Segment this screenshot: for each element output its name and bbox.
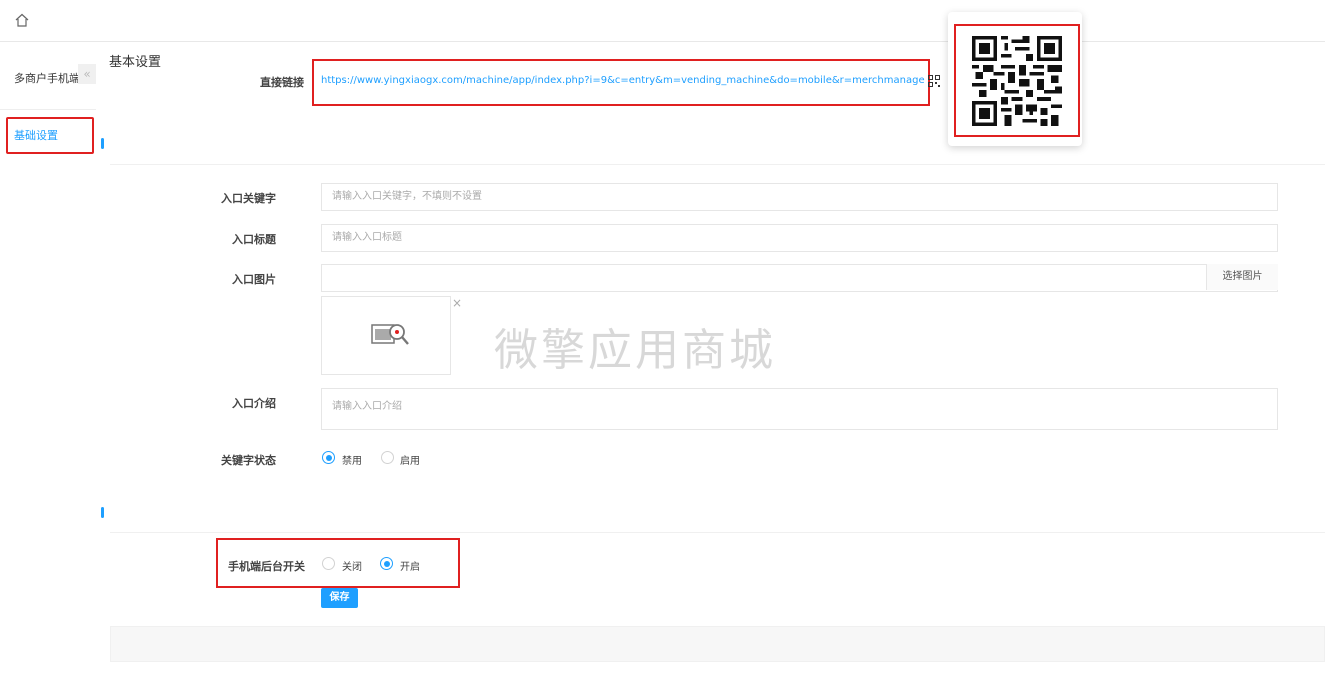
qr-popup xyxy=(948,12,1082,146)
title-label: 入口标题 xyxy=(232,233,276,246)
select-image-button[interactable]: 选择图片 xyxy=(1206,264,1278,290)
radio-close[interactable] xyxy=(322,557,335,570)
footer-bar xyxy=(110,626,1325,662)
intro-label: 入口介绍 xyxy=(232,397,276,410)
section-marker xyxy=(101,507,104,518)
qr-code-image xyxy=(972,36,1062,126)
radio-disable[interactable] xyxy=(322,451,335,464)
sidebar-item-basic-settings[interactable]: 基础设置 xyxy=(6,117,94,154)
keyword-label: 入口关键字 xyxy=(221,192,276,205)
qr-highlight xyxy=(954,24,1080,137)
image-placeholder-icon xyxy=(371,324,409,345)
watermark-text: 微擎应用商城 xyxy=(494,325,776,376)
title-input[interactable]: 请输入入口标题 xyxy=(321,224,1278,252)
image-preview xyxy=(321,296,451,375)
sidebar-title: 多商户手机端 xyxy=(14,72,80,85)
radio-enable[interactable] xyxy=(381,451,394,464)
collapse-icon[interactable]: « xyxy=(78,64,96,84)
divider xyxy=(110,164,1325,165)
radio-disable-label: 禁用 xyxy=(342,456,362,467)
keyword-status-label: 关键字状态 xyxy=(221,454,276,467)
qr-icon[interactable] xyxy=(928,75,940,87)
divider xyxy=(110,532,1325,533)
top-bar xyxy=(0,0,1325,42)
mobile-switch-label: 手机端后台开关 xyxy=(228,560,305,573)
image-label: 入口图片 xyxy=(232,273,276,286)
sidebar: 多商户手机端 « 基础设置 xyxy=(0,42,96,685)
radio-open-label: 开启 xyxy=(400,562,420,573)
save-button[interactable]: 保存 xyxy=(321,588,358,608)
remove-image-icon[interactable]: × xyxy=(452,296,462,310)
sidebar-header: 多商户手机端 « xyxy=(0,42,96,110)
radio-enable-label: 启用 xyxy=(400,456,420,467)
direct-link-url[interactable]: https://www.yingxiaogx.com/machine/app/i… xyxy=(321,75,925,86)
sidebar-item-label: 基础设置 xyxy=(14,129,58,142)
section-title: 基本设置 xyxy=(109,55,162,70)
radio-open[interactable] xyxy=(380,557,393,570)
keyword-input[interactable]: 请输入入口关键字，不填则不设置 xyxy=(321,183,1278,211)
home-icon[interactable] xyxy=(14,12,30,28)
main-content: 基本设置 直接链接 https://www.yingxiaogx.com/mac… xyxy=(96,12,1325,685)
radio-close-label: 关闭 xyxy=(342,562,362,573)
image-path-input[interactable] xyxy=(321,264,1278,292)
direct-link-label: 直接链接 xyxy=(260,76,304,89)
intro-textarea[interactable]: 请输入入口介绍 xyxy=(321,388,1278,430)
section-marker xyxy=(101,138,104,149)
